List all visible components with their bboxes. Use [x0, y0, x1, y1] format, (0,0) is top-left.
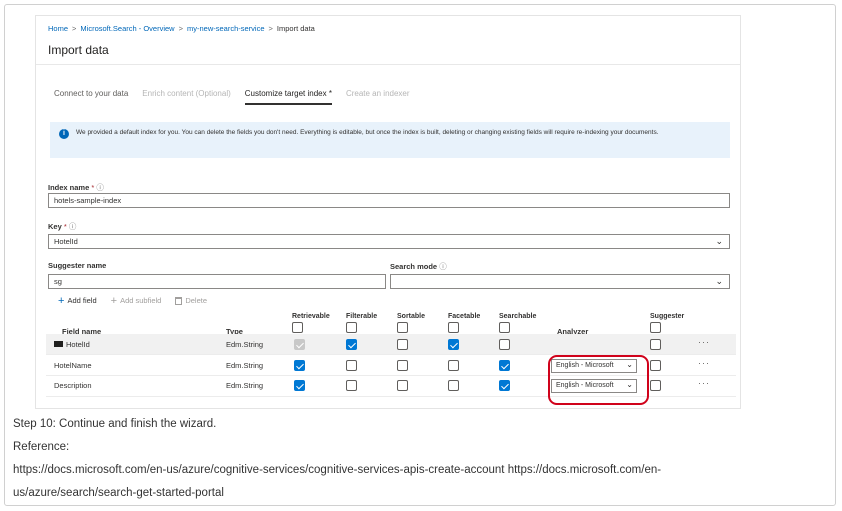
- retrievable-checkbox[interactable]: [294, 380, 305, 391]
- searchable-checkbox[interactable]: [499, 339, 510, 350]
- filterable-checkbox[interactable]: [346, 360, 357, 371]
- column-header-searchable: Searchable: [499, 313, 537, 320]
- key-info-icon[interactable]: ⓘ: [69, 222, 77, 231]
- table-row[interactable]: [46, 334, 736, 354]
- key-select[interactable]: HotelId ⌄: [48, 234, 730, 249]
- sortable-checkbox[interactable]: [397, 339, 408, 350]
- delete-button: Delete: [175, 296, 207, 305]
- field-name-cell: Description: [54, 381, 92, 390]
- suggester-checkbox[interactable]: [650, 380, 661, 391]
- breadcrumb-overview[interactable]: Microsoft.Search - Overview: [80, 24, 174, 33]
- search-mode-label: Search mode ⓘ: [390, 262, 447, 271]
- trash-icon: [175, 296, 183, 305]
- searchable-checkbox[interactable]: [499, 360, 510, 371]
- reference-links-line-1: https://docs.microsoft.com/en-us/azure/c…: [13, 464, 662, 476]
- reference-label: Reference:: [13, 441, 70, 453]
- select-all-filterable-checkbox[interactable]: [346, 322, 357, 333]
- wizard-tabs: Connect to your data Enrich content (Opt…: [54, 89, 410, 105]
- info-icon: i: [59, 129, 69, 139]
- field-name-cell: HotelName: [54, 361, 92, 370]
- chevron-down-icon: ⌄: [715, 236, 723, 246]
- select-all-facetable-checkbox[interactable]: [448, 322, 459, 333]
- analyzer-highlight-annotation: [548, 355, 649, 405]
- chevron-down-icon: ⌄: [715, 276, 723, 286]
- column-header-filterable: Filterable: [346, 313, 378, 320]
- caption: Step 10: Continue and finish the wizard.…: [13, 413, 661, 505]
- breadcrumb-home[interactable]: Home: [48, 24, 68, 33]
- tab-connect-data[interactable]: Connect to your data: [54, 89, 128, 105]
- index-name-input[interactable]: hotels-sample-index: [48, 193, 730, 208]
- select-all-sortable-checkbox[interactable]: [397, 322, 408, 333]
- index-name-label: Index name * ⓘ: [48, 183, 104, 192]
- info-banner: i We provided a default index for you. Y…: [50, 122, 730, 158]
- key-icon: [54, 341, 63, 347]
- select-all-suggester-checkbox[interactable]: [650, 322, 661, 333]
- field-toolbar: + Add field + Add subfield Delete: [58, 294, 207, 307]
- title-divider: [36, 64, 740, 65]
- column-header-suggester: Suggester: [650, 313, 685, 320]
- index-name-info-icon[interactable]: ⓘ: [96, 183, 104, 192]
- more-options-icon[interactable]: ···: [698, 378, 710, 388]
- select-all-retrievable-checkbox[interactable]: [292, 322, 303, 333]
- plus-icon: +: [58, 294, 65, 307]
- field-type-cell: Edm.String: [226, 340, 264, 349]
- import-data-screenshot: Home > Microsoft.Search - Overview > my-new-…: [35, 15, 741, 409]
- facetable-checkbox[interactable]: [448, 339, 459, 350]
- key-select-value: HotelId: [54, 237, 78, 246]
- retrievable-checkbox[interactable]: [294, 360, 305, 371]
- breadcrumb-current: Import data: [276, 24, 315, 33]
- search-mode-info-icon[interactable]: ⓘ: [439, 262, 447, 271]
- retrievable-checkbox: [294, 339, 305, 350]
- key-label: Key * ⓘ: [48, 222, 77, 231]
- facetable-checkbox[interactable]: [448, 380, 459, 391]
- searchable-checkbox[interactable]: [499, 380, 510, 391]
- sortable-checkbox[interactable]: [397, 360, 408, 371]
- more-options-icon[interactable]: ···: [698, 337, 710, 347]
- more-options-icon[interactable]: ···: [698, 358, 710, 368]
- breadcrumb-separator: >: [72, 24, 77, 33]
- column-header-facetable: Facetable: [448, 313, 481, 320]
- tab-customize-index[interactable]: Customize target index *: [244, 89, 332, 105]
- answer-panel: Home > Microsoft.Search - Overview > my-new-…: [4, 4, 836, 506]
- breadcrumb: Home > Microsoft.Search - Overview > my-new-…: [48, 24, 315, 33]
- tab-create-indexer: Create an indexer: [345, 89, 410, 98]
- add-subfield-button: + Add subfield: [110, 294, 162, 307]
- sortable-checkbox[interactable]: [397, 380, 408, 391]
- add-field-button[interactable]: + Add field: [58, 294, 97, 307]
- tab-enrich-content: Enrich content (Optional): [142, 89, 231, 98]
- page-title: Import data: [48, 43, 109, 57]
- field-type-cell: Edm.String: [226, 361, 264, 370]
- search-mode-select[interactable]: ⌄: [390, 274, 730, 289]
- column-header-sortable: Sortable: [397, 313, 426, 320]
- field-name-cell: HotelId: [54, 340, 90, 349]
- filterable-checkbox[interactable]: [346, 380, 357, 391]
- suggester-checkbox[interactable]: [650, 360, 661, 371]
- select-all-searchable-checkbox[interactable]: [499, 322, 510, 333]
- reference-links-line-2: us/azure/search/search-get-started-porta…: [13, 487, 224, 499]
- step-text: Step 10: Continue and finish the wizard.: [13, 418, 217, 430]
- suggester-checkbox[interactable]: [650, 339, 661, 350]
- info-banner-text: We provided a default index for you. You…: [76, 129, 659, 136]
- breadcrumb-separator: >: [268, 24, 273, 33]
- filterable-checkbox[interactable]: [346, 339, 357, 350]
- suggester-name-input[interactable]: sg: [48, 274, 386, 289]
- column-header-retrievable: Retrievable: [292, 313, 330, 320]
- field-type-cell: Edm.String: [226, 381, 264, 390]
- breadcrumb-separator: >: [178, 24, 183, 33]
- plus-icon: +: [110, 294, 118, 307]
- suggester-name-label: Suggester name: [48, 261, 107, 270]
- breadcrumb-service[interactable]: my-new-search-service: [187, 24, 265, 33]
- facetable-checkbox[interactable]: [448, 360, 459, 371]
